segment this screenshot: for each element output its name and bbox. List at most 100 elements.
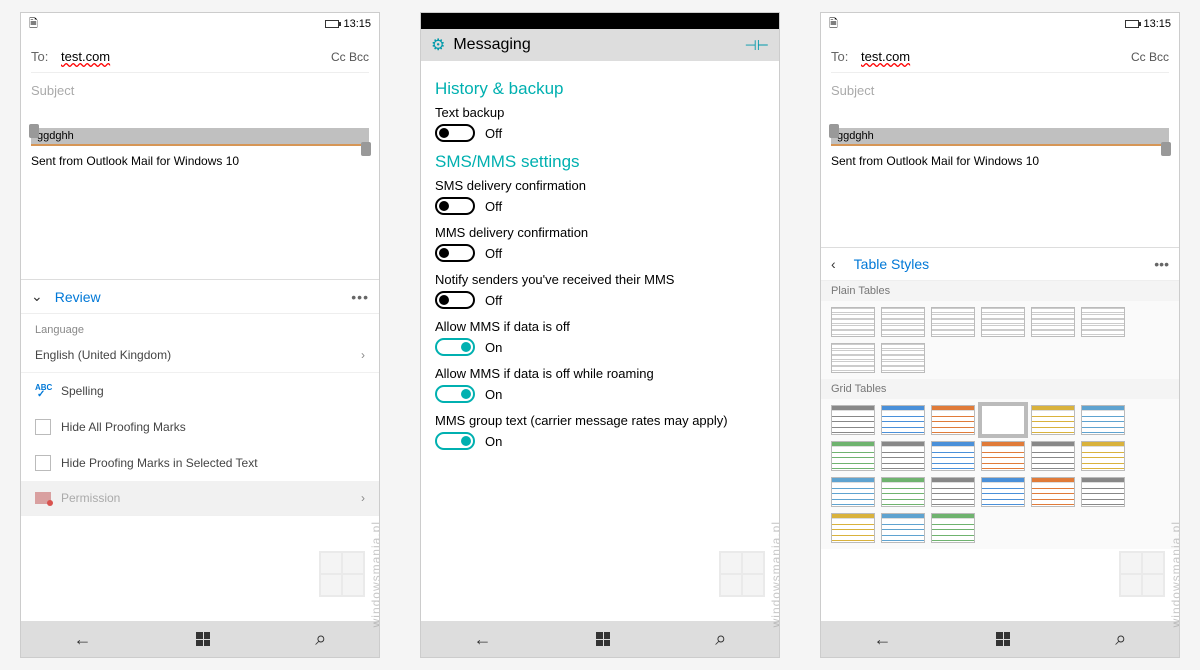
- status-bar: [421, 13, 779, 29]
- toggle-label: SMS delivery confirmation: [435, 178, 765, 193]
- checkbox[interactable]: [35, 419, 51, 435]
- table-style-thumb[interactable]: [1031, 307, 1075, 337]
- to-label: To:: [31, 49, 61, 64]
- to-row[interactable]: To: test.com Cc Bcc: [31, 41, 369, 73]
- toggle-switch[interactable]: [435, 338, 475, 356]
- cc-bcc-link[interactable]: Cc Bcc: [331, 50, 369, 64]
- chevron-right-icon: ›: [361, 491, 365, 505]
- table-style-thumb[interactable]: [981, 405, 1025, 435]
- chevron-right-icon: ›: [361, 348, 365, 362]
- spelling-row[interactable]: ABC Spelling: [21, 373, 379, 409]
- selection-handle-end[interactable]: [361, 142, 371, 156]
- toggle-switch[interactable]: [435, 124, 475, 142]
- search-button[interactable]: [715, 628, 726, 651]
- toggle-state: On: [485, 387, 502, 402]
- table-style-thumb[interactable]: [881, 343, 925, 373]
- search-button[interactable]: [315, 628, 326, 651]
- signature: Sent from Outlook Mail for Windows 10: [831, 154, 1169, 168]
- phone-mail-review: 🗎 13:15 To: test.com Cc Bcc Subject ggdg…: [20, 12, 380, 658]
- selected-text[interactable]: ggdghh: [831, 128, 1169, 146]
- table-style-thumb[interactable]: [881, 513, 925, 543]
- toggle-label: Notify senders you've received their MMS: [435, 272, 765, 287]
- to-value[interactable]: test.com: [861, 49, 1131, 64]
- toggle-switch[interactable]: [435, 432, 475, 450]
- gear-icon: ⚙: [431, 35, 445, 55]
- back-button[interactable]: [73, 629, 91, 650]
- toggle-switch[interactable]: [435, 197, 475, 215]
- toggle-row: MMS group text (carrier message rates ma…: [435, 413, 765, 450]
- toggle-switch[interactable]: [435, 291, 475, 309]
- table-style-thumb[interactable]: [1031, 405, 1075, 435]
- table-style-thumb[interactable]: [831, 513, 875, 543]
- language-row[interactable]: English (United Kingdom) ›: [21, 338, 379, 373]
- selection-handle-start[interactable]: [29, 124, 39, 138]
- search-button[interactable]: [1115, 628, 1126, 651]
- toggle-row: Notify senders you've received their MMS…: [435, 272, 765, 309]
- messaging-header: ⚙ Messaging ⊣⊢: [421, 29, 779, 61]
- table-style-thumb[interactable]: [981, 477, 1025, 507]
- grid-tables-label: Grid Tables: [821, 379, 1179, 399]
- table-style-thumb[interactable]: [831, 405, 875, 435]
- to-row[interactable]: To: test.com Cc Bcc: [831, 41, 1169, 73]
- hide-selected-proofing-row[interactable]: Hide Proofing Marks in Selected Text: [21, 445, 379, 481]
- start-button[interactable]: [596, 632, 610, 646]
- table-style-thumb[interactable]: [931, 405, 975, 435]
- table-style-thumb[interactable]: [931, 441, 975, 471]
- status-time: 13:15: [343, 18, 371, 30]
- toggle-label: Allow MMS if data is off while roaming: [435, 366, 765, 381]
- table-style-thumb[interactable]: [1081, 307, 1125, 337]
- back-icon[interactable]: ‹: [831, 256, 836, 272]
- table-style-thumb[interactable]: [1081, 477, 1125, 507]
- review-header[interactable]: ⌄ Review •••: [21, 280, 379, 314]
- table-style-thumb[interactable]: [1031, 441, 1075, 471]
- cc-bcc-link[interactable]: Cc Bcc: [1131, 50, 1169, 64]
- start-button[interactable]: [196, 632, 210, 646]
- table-style-thumb[interactable]: [981, 441, 1025, 471]
- table-style-thumb[interactable]: [931, 477, 975, 507]
- table-style-thumb[interactable]: [881, 477, 925, 507]
- toggle-row: Allow MMS if data is offOn: [435, 319, 765, 356]
- selection-handle-end[interactable]: [1161, 142, 1171, 156]
- signature: Sent from Outlook Mail for Windows 10: [31, 154, 369, 168]
- selected-text[interactable]: ggdghh: [31, 128, 369, 146]
- subject-input[interactable]: Subject: [831, 73, 1169, 108]
- toggle-state: Off: [485, 199, 502, 214]
- table-style-thumb[interactable]: [881, 405, 925, 435]
- battery-icon: [325, 20, 339, 28]
- table-style-thumb[interactable]: [881, 441, 925, 471]
- table-styles-header[interactable]: ‹ Table Styles •••: [821, 247, 1179, 281]
- checkbox[interactable]: [35, 455, 51, 471]
- table-style-thumb[interactable]: [831, 343, 875, 373]
- message-body[interactable]: ggdghh Sent from Outlook Mail for Window…: [831, 128, 1169, 168]
- watermark: windowsmania.pl: [319, 521, 380, 627]
- pin-icon[interactable]: ⊣⊢: [745, 37, 769, 54]
- subject-input[interactable]: Subject: [31, 73, 369, 108]
- table-style-thumb[interactable]: [831, 307, 875, 337]
- review-panel: ⌄ Review ••• Language English (United Ki…: [21, 279, 379, 516]
- table-style-thumb[interactable]: [1031, 477, 1075, 507]
- table-style-thumb[interactable]: [981, 307, 1025, 337]
- permission-row[interactable]: Permission ›: [21, 481, 379, 516]
- toggle-label: MMS delivery confirmation: [435, 225, 765, 240]
- toggle-label: Text backup: [435, 105, 765, 120]
- to-value[interactable]: test.com: [61, 49, 331, 64]
- table-style-thumb[interactable]: [931, 513, 975, 543]
- selection-handle-start[interactable]: [829, 124, 839, 138]
- status-time: 13:15: [1143, 18, 1171, 30]
- table-style-thumb[interactable]: [831, 441, 875, 471]
- message-body[interactable]: ggdghh Sent from Outlook Mail for Window…: [31, 128, 369, 168]
- back-button[interactable]: [873, 629, 891, 650]
- table-style-thumb[interactable]: [831, 477, 875, 507]
- table-style-thumb[interactable]: [1081, 441, 1125, 471]
- table-style-thumb[interactable]: [881, 307, 925, 337]
- watermark: windowsmania.pl: [1119, 521, 1180, 627]
- hide-all-proofing-row[interactable]: Hide All Proofing Marks: [21, 409, 379, 445]
- table-style-thumb[interactable]: [1081, 405, 1125, 435]
- toggle-switch[interactable]: [435, 385, 475, 403]
- start-button[interactable]: [996, 632, 1010, 646]
- table-style-thumb[interactable]: [931, 307, 975, 337]
- back-button[interactable]: [473, 629, 491, 650]
- toggle-switch[interactable]: [435, 244, 475, 262]
- more-icon[interactable]: •••: [1154, 256, 1169, 272]
- more-icon[interactable]: •••: [351, 289, 369, 305]
